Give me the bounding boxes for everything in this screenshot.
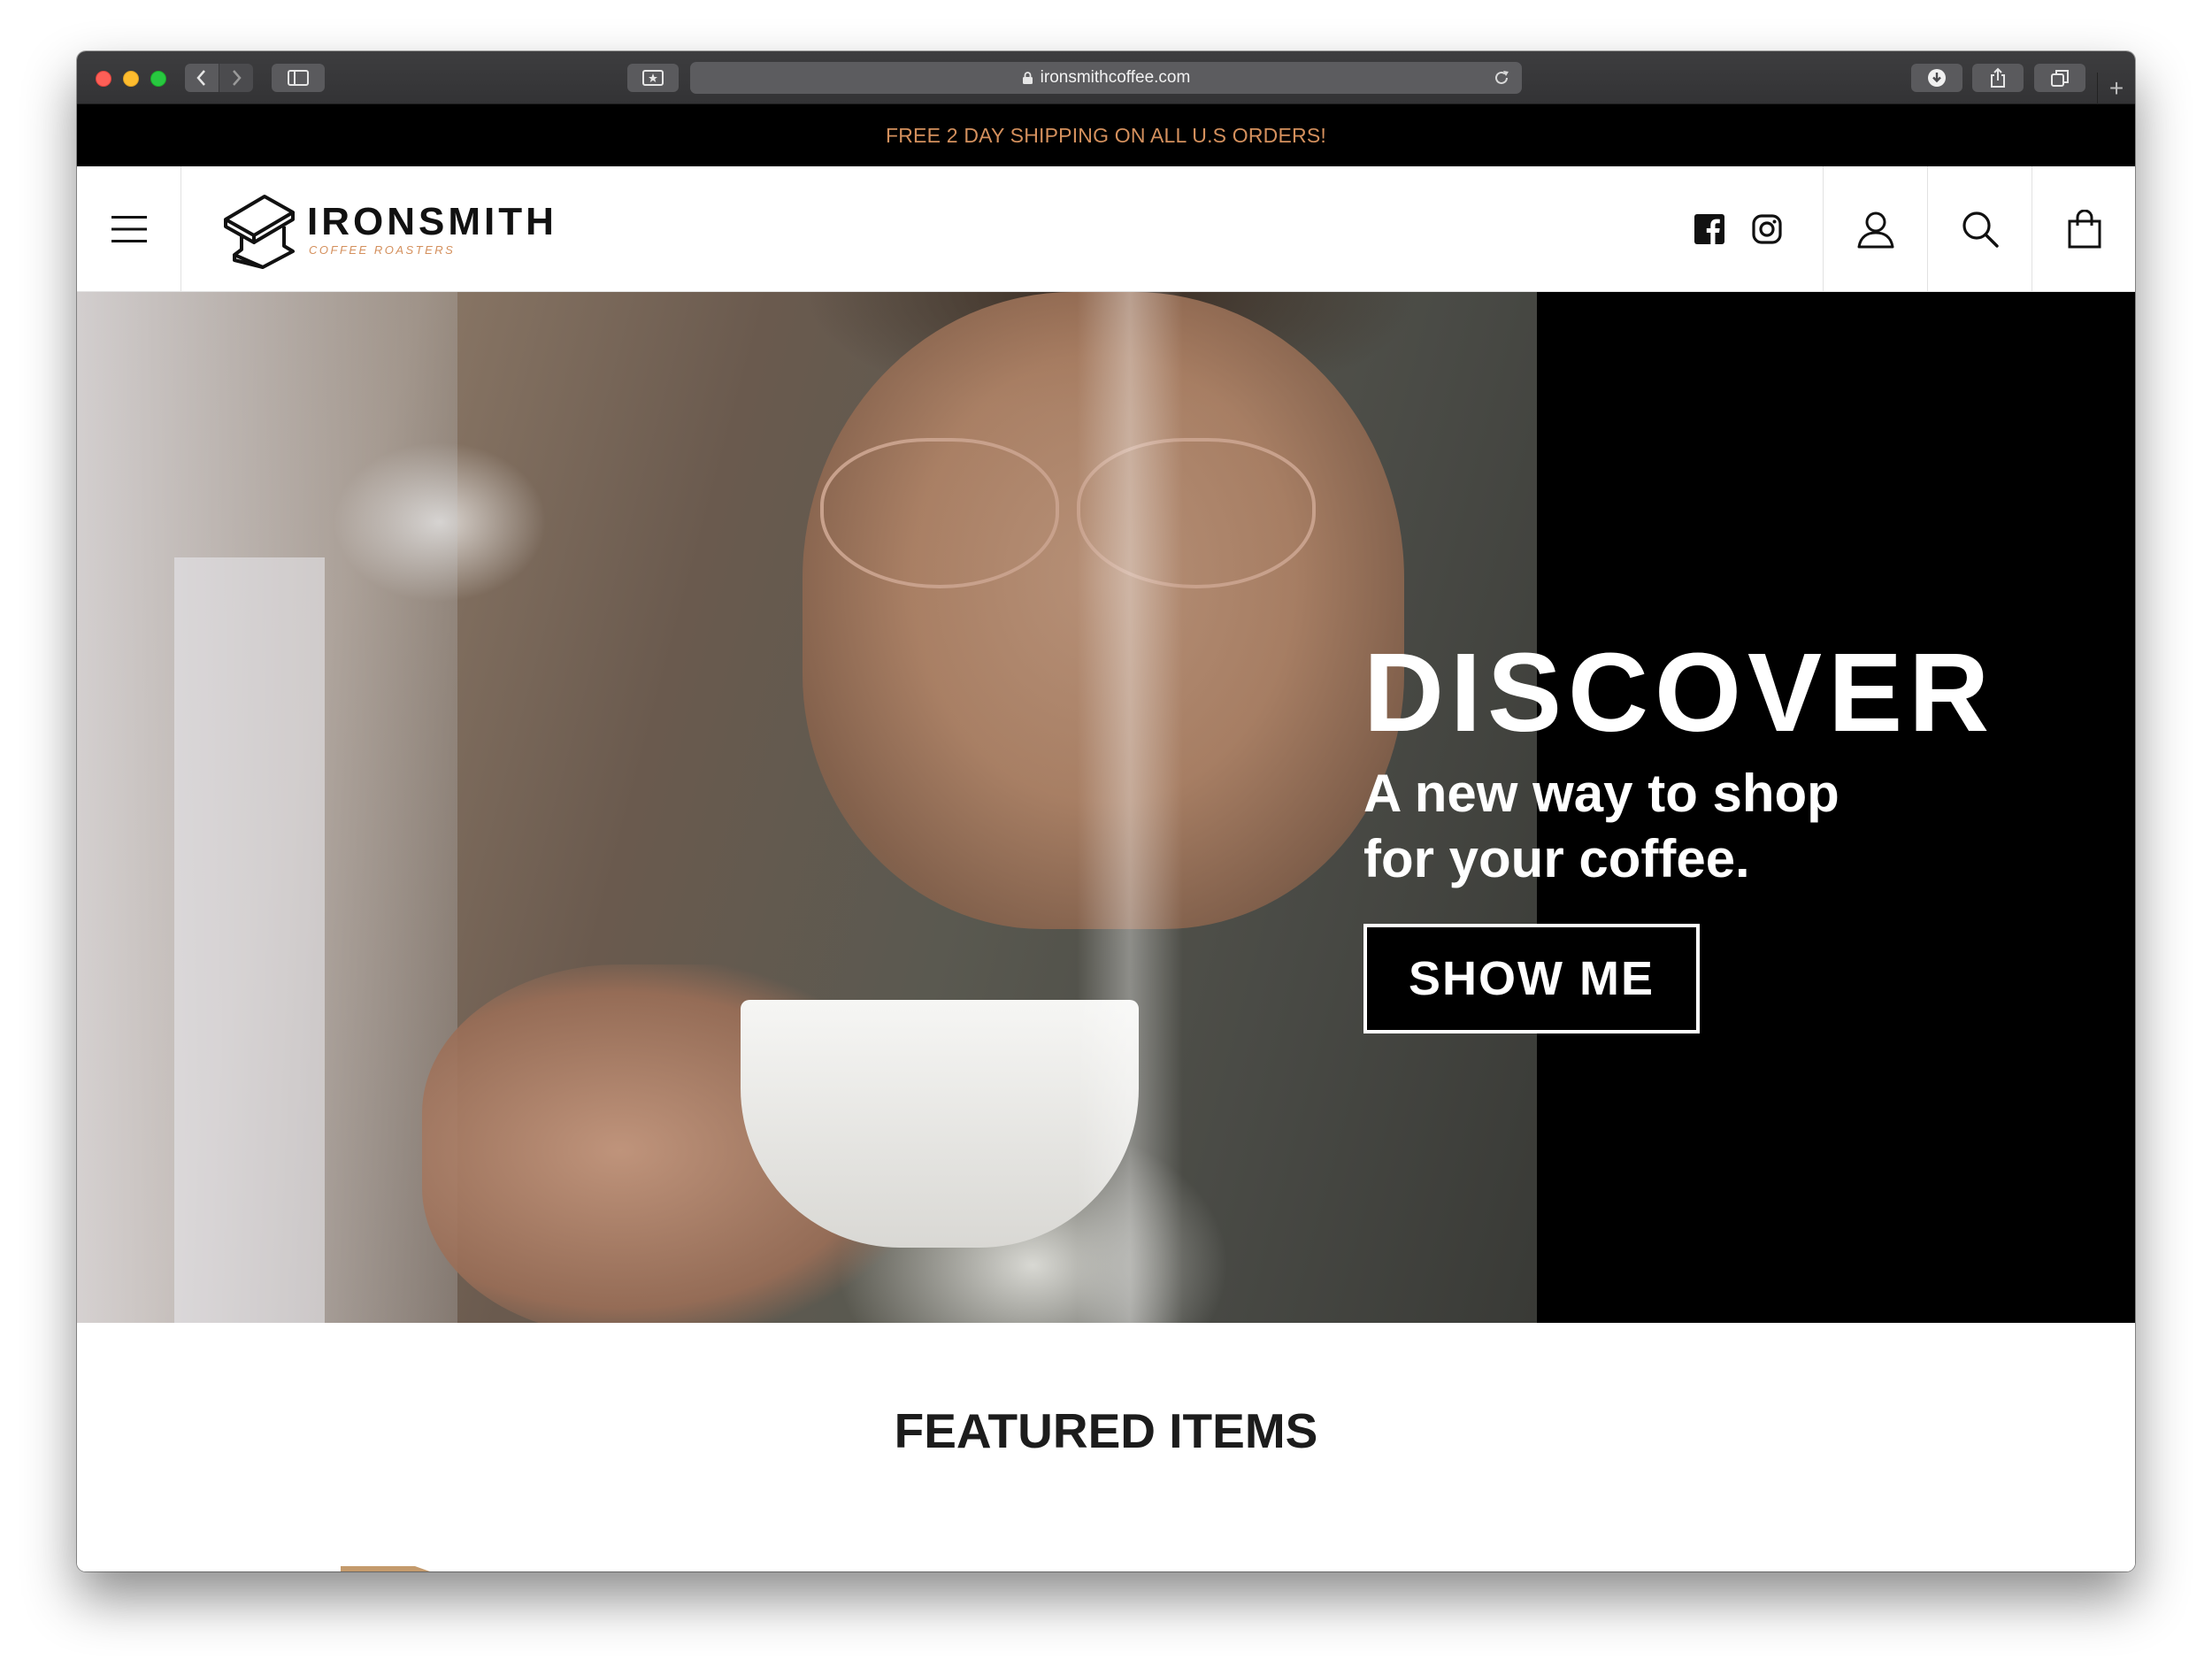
hero-banner: DISCOVER A new way to shop for your coff…: [77, 292, 2135, 1323]
reload-icon[interactable]: [1492, 68, 1511, 88]
tab-overview-button[interactable]: [2034, 64, 2085, 92]
featured-title: FEATURED ITEMS: [894, 1403, 1318, 1458]
lock-icon: [1022, 71, 1033, 84]
chevron-right-icon: [233, 70, 242, 86]
hamburger-menu-icon: [111, 216, 147, 242]
shopping-bag-icon: [2068, 210, 2101, 249]
star-icon: [642, 70, 664, 86]
browser-toolbar: ironsmithcoffee.com +: [77, 51, 2135, 104]
favorites-button[interactable]: [627, 64, 679, 92]
hero-subtitle-line-2: for your coffee.: [1363, 829, 1750, 888]
hero-copy: DISCOVER A new way to shop for your coff…: [1363, 635, 1995, 1033]
hero-image: [77, 292, 1537, 1323]
hero-image-detail: [820, 438, 1059, 588]
hero-title: DISCOVER: [1363, 630, 1996, 755]
downloads-button[interactable]: [1911, 64, 1962, 92]
web-page: FREE 2 DAY SHIPPING ON ALL U.S ORDERS! I…: [77, 104, 2135, 1571]
download-icon: [1928, 69, 1946, 87]
show-me-button[interactable]: SHOW ME: [1363, 924, 1700, 1033]
share-button[interactable]: [1972, 64, 2024, 92]
sidebar-toggle-button[interactable]: [272, 64, 325, 92]
product-image-peek[interactable]: [341, 1566, 465, 1571]
featured-section: FEATURED ITEMS: [77, 1323, 2135, 1571]
site-header: IRONSMITH COFFEE ROASTERS: [77, 166, 2135, 292]
logo-tagline: COFFEE ROASTERS: [309, 242, 456, 257]
url-text: ironsmithcoffee.com: [1040, 68, 1191, 87]
search-icon: [1962, 211, 1999, 248]
menu-button[interactable]: [77, 166, 181, 292]
search-button[interactable]: [1927, 166, 2032, 292]
promo-banner: FREE 2 DAY SHIPPING ON ALL U.S ORDERS!: [77, 104, 2135, 166]
hero-subtitle-line-1: A new way to shop: [1363, 764, 1839, 823]
logo-wordmark: IRONSMITH COFFEE ROASTERS: [307, 199, 557, 257]
hero-image-detail: [1077, 292, 1183, 1323]
close-window-button[interactable]: [96, 71, 111, 87]
instagram-icon: [1752, 214, 1782, 244]
anvil-logo-icon: [224, 195, 295, 269]
chevron-left-icon: [196, 70, 205, 86]
share-icon: [1991, 67, 2005, 88]
back-button[interactable]: [185, 64, 219, 92]
hero-image-detail: [174, 557, 325, 1323]
facebook-link[interactable]: [1694, 166, 1724, 292]
account-button[interactable]: [1823, 166, 1927, 292]
forward-button[interactable]: [219, 64, 253, 92]
new-tab-button[interactable]: +: [2097, 73, 2135, 104]
logo-name: IRONSMITH: [307, 199, 557, 243]
minimize-window-button[interactable]: [123, 71, 139, 87]
zoom-window-button[interactable]: [150, 71, 166, 87]
tabs-icon: [2051, 70, 2069, 87]
sidebar-icon: [288, 70, 309, 86]
site-logo[interactable]: IRONSMITH COFFEE ROASTERS: [219, 188, 557, 270]
facebook-icon: [1694, 214, 1724, 244]
instagram-link[interactable]: [1752, 166, 1782, 292]
promo-text: FREE 2 DAY SHIPPING ON ALL U.S ORDERS!: [886, 123, 1326, 147]
browser-window: ironsmithcoffee.com + FREE 2 DAY SHIPPIN…: [77, 51, 2135, 1571]
address-bar[interactable]: ironsmithcoffee.com: [690, 62, 1522, 94]
user-icon: [1857, 211, 1893, 249]
cart-button[interactable]: [2032, 166, 2135, 292]
